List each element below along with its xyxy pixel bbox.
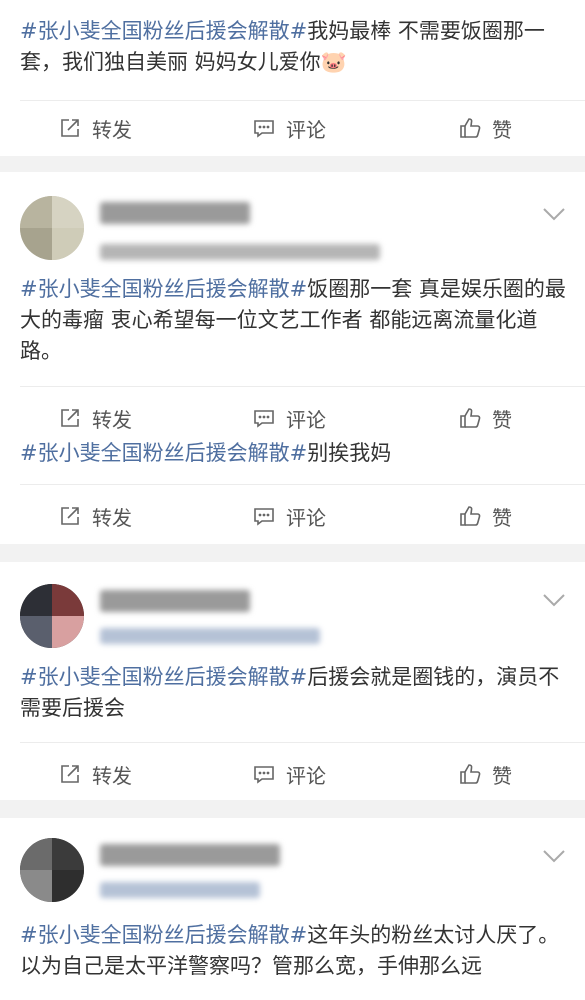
post-card: #张小斐全国粉丝后援会解散#我妈最棒 不需要饭圈那一套，我们独自美丽 妈妈女儿爱… — [0, 0, 585, 156]
hashtag-link[interactable]: #张小斐全国粉丝后援会解散# — [20, 923, 307, 947]
share-label: 转发 — [92, 763, 132, 788]
thumbs-up-icon — [460, 408, 481, 428]
thumbs-up-icon — [460, 118, 481, 138]
username-blurred[interactable] — [100, 202, 250, 224]
share-button[interactable]: 转发 — [58, 102, 132, 154]
share-label: 转发 — [92, 117, 132, 142]
post-actions: 转发 评论 赞 — [0, 748, 585, 800]
avatar[interactable] — [20, 838, 84, 902]
comment-icon — [254, 508, 274, 526]
like-button[interactable]: 赞 — [458, 490, 512, 542]
post-meta-blurred — [100, 628, 320, 644]
chevron-down-icon[interactable] — [541, 592, 567, 608]
share-label: 转发 — [92, 407, 132, 432]
thumbs-up-icon — [460, 764, 481, 784]
comment-button[interactable]: 评论 — [252, 490, 326, 542]
share-icon — [61, 119, 79, 137]
username-blurred[interactable] — [100, 590, 250, 612]
post-card: #张小斐全国粉丝后援会解散#这年头的粉丝太讨人厌了。以为自己是太平洋警察吗？管那… — [0, 818, 585, 1000]
comment-button[interactable]: 评论 — [252, 102, 326, 154]
share-label: 转发 — [92, 505, 132, 530]
like-label: 赞 — [492, 763, 512, 788]
post-text: #张小斐全国粉丝后援会解散#别挨我妈 — [20, 438, 568, 469]
share-icon — [61, 765, 79, 783]
post-meta-blurred — [100, 244, 380, 260]
share-button[interactable]: 转发 — [58, 748, 132, 800]
post-text: #张小斐全国粉丝后援会解散#饭圈那一套 真是娱乐圈的最大的毒瘤 衷心希望每一位文… — [20, 274, 568, 367]
like-button[interactable]: 赞 — [458, 392, 512, 444]
post-actions: 转发 评论 赞 — [0, 392, 585, 444]
post-card: #张小斐全国粉丝后援会解散#后援会就是圈钱的，演员不需要后援会 转发 评论 赞 — [0, 562, 585, 800]
share-button[interactable]: 转发 — [58, 392, 132, 444]
pig-emoji: 🐷 — [320, 50, 347, 74]
comment-icon — [254, 766, 274, 784]
hashtag-link[interactable]: #张小斐全国粉丝后援会解散# — [20, 665, 307, 689]
comment-label: 评论 — [286, 763, 326, 788]
post-card: #张小斐全国粉丝后援会解散#饭圈那一套 真是娱乐圈的最大的毒瘤 衷心希望每一位文… — [0, 172, 585, 544]
post-actions: 转发 评论 赞 — [0, 490, 585, 542]
share-icon — [61, 409, 79, 427]
chevron-down-icon[interactable] — [541, 848, 567, 864]
hashtag-link[interactable]: #张小斐全国粉丝后援会解散# — [20, 19, 307, 43]
hashtag-link[interactable]: #张小斐全国粉丝后援会解散# — [20, 277, 307, 301]
like-button[interactable]: 赞 — [458, 102, 512, 154]
chevron-down-icon[interactable] — [541, 206, 567, 222]
comment-icon — [254, 410, 274, 428]
like-button[interactable]: 赞 — [458, 748, 512, 800]
post-body: 别挨我妈 — [307, 441, 392, 465]
post-text: #张小斐全国粉丝后援会解散#我妈最棒 不需要饭圈那一套，我们独自美丽 妈妈女儿爱… — [20, 16, 568, 78]
comment-button[interactable]: 评论 — [252, 748, 326, 800]
comment-label: 评论 — [286, 407, 326, 432]
avatar[interactable] — [20, 584, 84, 648]
post-actions: 转发 评论 赞 — [0, 102, 585, 154]
post-text: #张小斐全国粉丝后援会解散#后援会就是圈钱的，演员不需要后援会 — [20, 662, 568, 724]
username-blurred[interactable] — [100, 844, 280, 866]
comment-icon — [254, 120, 274, 138]
comment-label: 评论 — [286, 505, 326, 530]
post-text: #张小斐全国粉丝后援会解散#这年头的粉丝太讨人厌了。以为自己是太平洋警察吗？管那… — [20, 920, 568, 982]
comment-button[interactable]: 评论 — [252, 392, 326, 444]
share-button[interactable]: 转发 — [58, 490, 132, 542]
like-label: 赞 — [492, 407, 512, 432]
like-label: 赞 — [492, 117, 512, 142]
post-meta-blurred — [100, 882, 260, 898]
comment-label: 评论 — [286, 117, 326, 142]
like-label: 赞 — [492, 505, 512, 530]
share-icon — [61, 507, 79, 525]
hashtag-link[interactable]: #张小斐全国粉丝后援会解散# — [20, 441, 307, 465]
avatar[interactable] — [20, 196, 84, 260]
thumbs-up-icon — [460, 506, 481, 526]
